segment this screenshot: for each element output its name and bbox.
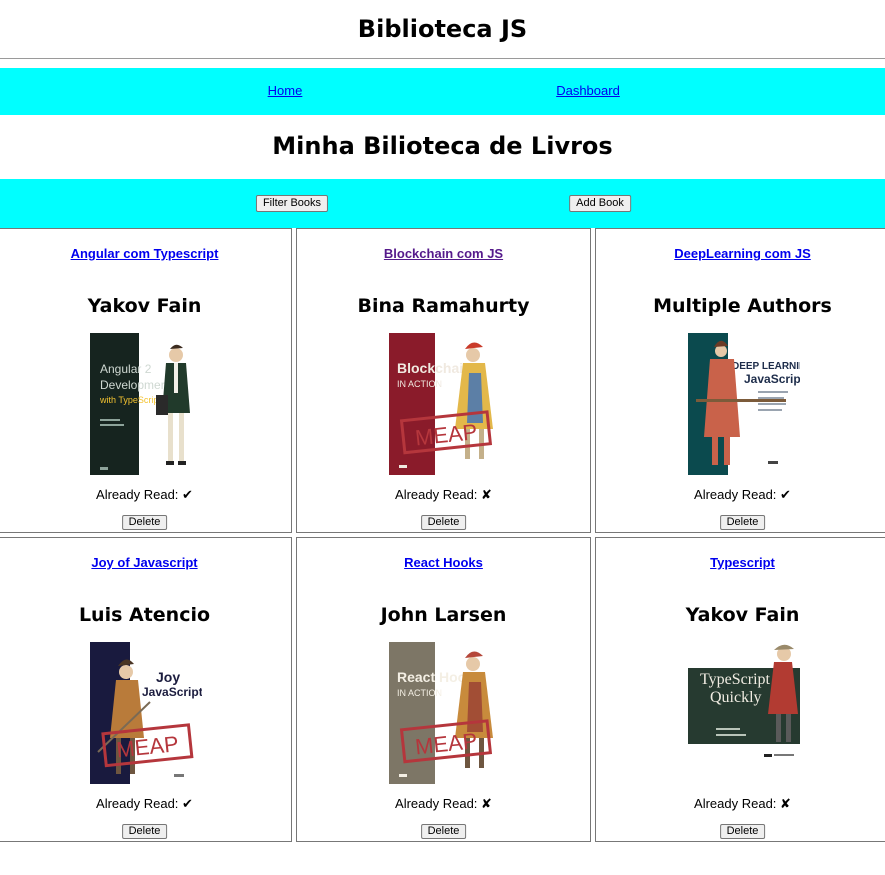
book-card: Typescript Yakov Fain TypeScript Quickly…	[595, 537, 885, 842]
cover-title-line: Angular 2	[100, 362, 152, 376]
read-status: Already Read: ✔	[596, 487, 885, 503]
cover-title-line: Quickly	[710, 689, 762, 706]
read-mark: ✘	[481, 487, 492, 502]
cover-title-line: Blockchain	[397, 360, 472, 376]
read-status-label: Already Read:	[96, 796, 179, 811]
filter-books-button[interactable]: Filter Books	[255, 195, 329, 212]
book-title-link[interactable]: Blockchain com JS	[297, 246, 590, 261]
read-status: Already Read: ✘	[596, 796, 885, 812]
book-card: Angular com Typescript Yakov Fain Angula…	[0, 228, 292, 533]
book-cover: Angular 2 Development with TypeScript	[90, 333, 202, 475]
read-mark: ✔	[182, 487, 193, 502]
read-status-label: Already Read:	[395, 487, 478, 502]
book-title-link[interactable]: React Hooks	[297, 555, 590, 570]
book-card: Blockchain com JS Bina Ramahurty Blockch…	[296, 228, 591, 533]
site-header: Biblioteca JS	[0, 0, 885, 59]
book-author: Yakov Fain	[87, 295, 202, 317]
read-mark: ✘	[780, 796, 791, 811]
read-mark: ✔	[780, 487, 791, 502]
book-cover: TypeScript Quickly	[688, 642, 800, 784]
book-cover: Joy JavaScript MEAP	[90, 642, 202, 784]
book-grid: Angular com Typescript Yakov Fain Angula…	[0, 228, 885, 842]
delete-button[interactable]: Delete	[420, 515, 467, 530]
book-author: Multiple Authors	[653, 295, 832, 317]
cover-title-line: IN ACTION	[397, 379, 442, 389]
read-status: Already Read: ✔	[0, 796, 291, 812]
book-card: DeepLearning com JS Multiple Authors DEE…	[595, 228, 885, 533]
read-mark: ✔	[182, 796, 193, 811]
nav-link-home[interactable]: Home	[268, 83, 303, 98]
site-title: Biblioteca JS	[357, 15, 528, 43]
book-cover: DEEP LEARNING JavaScript	[688, 333, 800, 475]
action-bar: Filter Books Add Book	[0, 179, 885, 228]
add-book-button[interactable]: Add Book	[569, 195, 631, 212]
nav-link-dashboard[interactable]: Dashboard	[556, 83, 620, 98]
cover-title-line: TypeScript	[700, 671, 771, 688]
book-title-link[interactable]: Angular com Typescript	[0, 246, 291, 261]
book-author: Yakov Fain	[685, 604, 800, 626]
read-status-label: Already Read:	[694, 487, 777, 502]
nav-bar: Home Dashboard	[0, 68, 885, 115]
cover-title-line: JavaScript	[142, 685, 202, 699]
cover-title-line: Joy	[156, 669, 180, 685]
cover-title-line: with TypeScript	[99, 395, 161, 405]
read-status-label: Already Read:	[96, 487, 179, 502]
read-status-label: Already Read:	[395, 796, 478, 811]
book-card: Joy of Javascript Luis Atencio Joy JavaS…	[0, 537, 292, 842]
book-author: John Larsen	[380, 604, 507, 626]
cover-title-line: DEEP LEARNING	[732, 361, 800, 372]
delete-button[interactable]: Delete	[121, 824, 168, 839]
book-card: React Hooks John Larsen React Hooks IN A…	[296, 537, 591, 842]
book-title-link[interactable]: DeepLearning com JS	[596, 246, 885, 261]
read-status-label: Already Read:	[694, 796, 777, 811]
book-author: Bina Ramahurty	[357, 295, 530, 317]
delete-button[interactable]: Delete	[121, 515, 168, 530]
book-cover: React Hooks IN ACTION MEAP	[389, 642, 501, 784]
cover-title-line: IN ACTION	[397, 688, 442, 698]
read-status: Already Read: ✘	[297, 796, 590, 812]
page-title: Minha Bilioteca de Livros	[272, 132, 613, 160]
book-title-link[interactable]: Joy of Javascript	[0, 555, 291, 570]
read-status: Already Read: ✔	[0, 487, 291, 503]
book-title-link[interactable]: Typescript	[596, 555, 885, 570]
book-author: Luis Atencio	[78, 604, 211, 626]
book-cover: Blockchain IN ACTION MEAP	[389, 333, 501, 475]
cover-title-line: JavaScript	[744, 372, 800, 386]
delete-button[interactable]: Delete	[719, 824, 766, 839]
read-status: Already Read: ✘	[297, 487, 590, 503]
cover-title-line: Development	[100, 378, 171, 392]
delete-button[interactable]: Delete	[719, 515, 766, 530]
delete-button[interactable]: Delete	[420, 824, 467, 839]
read-mark: ✘	[481, 796, 492, 811]
